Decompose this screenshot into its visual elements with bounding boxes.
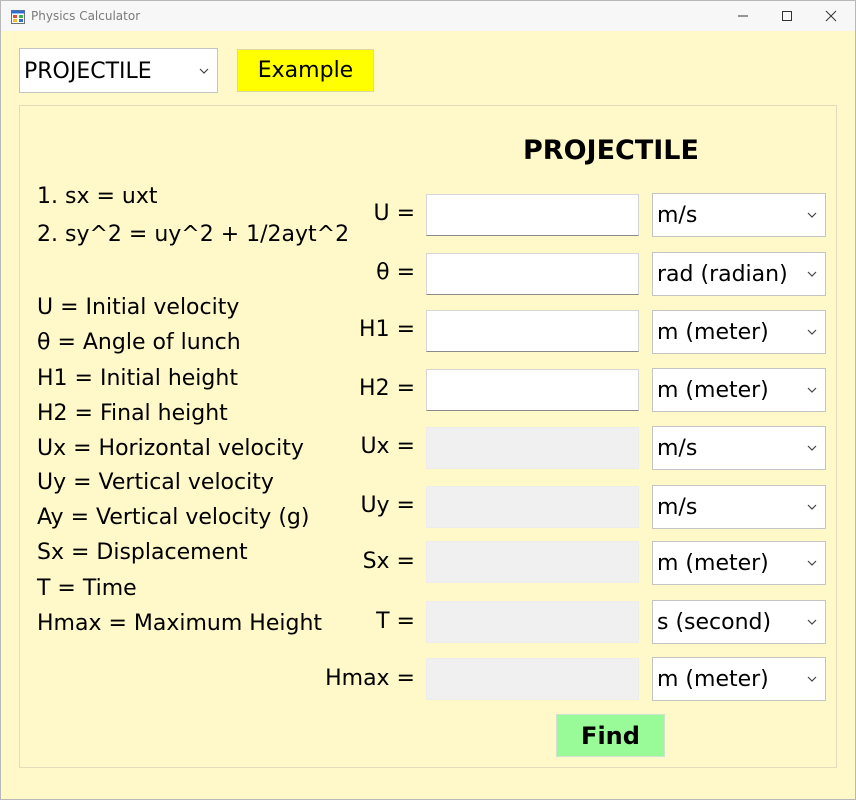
chevron-down-icon [807,427,817,469]
close-icon [825,10,837,22]
legend-theta: θ = Angle of lunch [37,330,241,355]
h2-unit-select[interactable]: m (meter) [652,368,826,412]
field-label-u: U = [373,201,415,226]
ux-unit-value: m/s [657,436,698,461]
legend-sx: Sx = Displacement [37,540,248,565]
legend-ux: Ux = Horizontal velocity [37,436,304,461]
uy-unit-value: m/s [657,495,698,520]
mode-select[interactable]: PROJECTILE [19,48,218,93]
field-label-h2: H2 = [359,376,415,401]
legend-u: U = Initial velocity [37,295,240,320]
ux-unit-select[interactable]: m/s [652,426,826,470]
minimize-button[interactable] [721,1,765,31]
h2-input[interactable] [426,369,639,411]
close-button[interactable] [809,1,853,31]
hmax-unit-value: m (meter) [657,667,769,692]
mode-select-value: PROJECTILE [24,59,152,84]
chevron-down-icon [807,311,817,353]
theta-unit-select[interactable]: rad (radian) [652,252,826,296]
field-label-t: T = [376,609,415,634]
find-button[interactable]: Find [556,714,665,757]
chevron-down-icon [807,542,817,584]
legend-h1: H1 = Initial height [37,366,238,391]
u-unit-select[interactable]: m/s [652,193,826,237]
chevron-down-icon [807,253,817,295]
field-label-h1: H1 = [359,317,415,342]
hmax-output[interactable] [426,658,639,700]
chevron-down-icon [807,486,817,528]
field-label-theta: θ = [376,260,415,285]
minimize-icon [737,10,749,22]
h2-unit-value: m (meter) [657,378,769,403]
field-label-uy: Uy = [360,493,415,518]
sx-output[interactable] [426,541,639,583]
t-output[interactable] [426,601,639,643]
panel-heading: PROJECTILE [523,135,699,166]
t-unit-select[interactable]: s (second) [652,600,826,644]
chevron-down-icon [807,601,817,643]
title-bar[interactable]: Physics Calculator [1,1,855,31]
window-title: Physics Calculator [31,9,141,23]
equation-1: 1. sx = uxt [37,184,158,209]
legend-ay: Ay = Vertical velocity (g) [37,505,310,530]
equation-2: 2. sy^2 = uy^2 + 1/2ayt^2 [37,222,350,247]
chevron-down-icon [199,49,209,92]
field-label-ux: Ux = [360,434,415,459]
example-button[interactable]: Example [237,49,374,92]
maximize-icon [781,10,793,22]
hmax-unit-select[interactable]: m (meter) [652,657,826,701]
theta-unit-value: rad (radian) [657,262,788,287]
uy-output[interactable] [426,486,639,528]
field-label-hmax: Hmax = [325,666,415,691]
ux-output[interactable] [426,427,639,469]
chevron-down-icon [807,194,817,236]
h1-unit-select[interactable]: m (meter) [652,310,826,354]
sx-unit-select[interactable]: m (meter) [652,541,826,585]
legend-uy: Uy = Vertical velocity [37,470,274,495]
h1-unit-value: m (meter) [657,320,769,345]
t-unit-value: s (second) [657,610,772,635]
uy-unit-select[interactable]: m/s [652,485,826,529]
legend-t: T = Time [37,576,137,601]
sx-unit-value: m (meter) [657,551,769,576]
app-window-icon [11,9,25,24]
chevron-down-icon [807,658,817,700]
u-unit-value: m/s [657,203,698,228]
legend-h2: H2 = Final height [37,401,228,426]
legend-hmax: Hmax = Maximum Height [37,611,323,636]
chevron-down-icon [807,369,817,411]
maximize-button[interactable] [765,1,809,31]
field-label-sx: Sx = [362,549,415,574]
app-window: Physics Calculator PROJECTILE Example PR… [0,0,856,800]
h1-input[interactable] [426,310,639,352]
u-input[interactable] [426,194,639,236]
theta-input[interactable] [426,253,639,295]
